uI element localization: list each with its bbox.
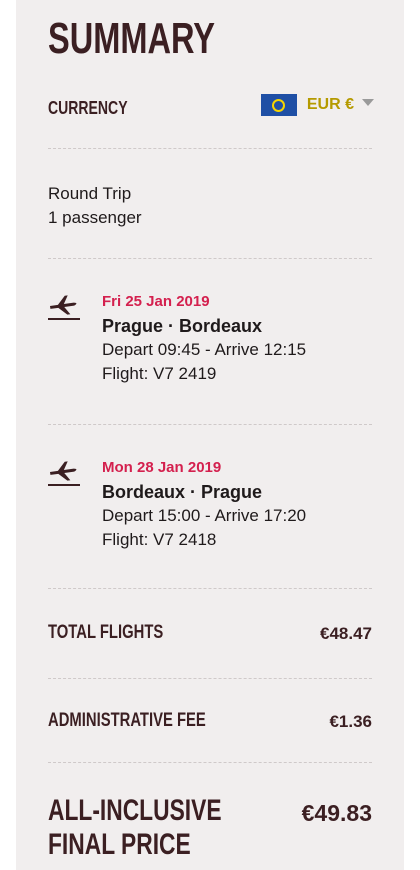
summary-title: SUMMARY bbox=[48, 14, 216, 63]
plane-arrival-icon bbox=[48, 461, 80, 486]
passenger-count: 1 passenger bbox=[48, 208, 142, 227]
total-flights-label: TOTAL FLIGHTS bbox=[48, 622, 164, 643]
chevron-down-icon bbox=[362, 98, 374, 106]
flight-date: Fri 25 Jan 2019 bbox=[102, 293, 210, 310]
summary-panel: SUMMARY CURRENCY EUR € Round Trip 1 pass… bbox=[16, 0, 404, 870]
flight-route: Prague · Bordeaux bbox=[102, 316, 263, 336]
total-flights-value: €48.47 bbox=[320, 624, 372, 643]
flight-times: Depart 15:00 - Arrive 17:20 bbox=[102, 506, 307, 525]
plane-departure-icon bbox=[48, 295, 80, 320]
trip-type: Round Trip bbox=[48, 184, 132, 203]
final-price-label: ALL-INCLUSIVE FINAL PRICE bbox=[48, 794, 222, 861]
divider bbox=[48, 258, 372, 259]
currency-dropdown[interactable]: EUR € bbox=[260, 94, 374, 116]
admin-fee-label: ADMINISTRATIVE FEE bbox=[48, 710, 206, 731]
final-price-value: €49.83 bbox=[301, 800, 372, 826]
eu-flag-icon bbox=[260, 94, 297, 116]
divider bbox=[48, 588, 372, 589]
flight-date: Mon 28 Jan 2019 bbox=[102, 459, 222, 476]
flight-times: Depart 09:45 - Arrive 12:15 bbox=[102, 340, 307, 359]
currency-value: EUR € bbox=[306, 96, 354, 113]
divider bbox=[48, 424, 372, 425]
flight-number: Flight: V7 2419 bbox=[102, 364, 217, 383]
admin-fee-value: €1.36 bbox=[329, 712, 372, 731]
divider bbox=[48, 762, 372, 763]
divider bbox=[48, 148, 372, 149]
divider bbox=[48, 678, 372, 679]
flight-number: Flight: V7 2418 bbox=[102, 530, 217, 549]
flight-route: Bordeaux · Prague bbox=[102, 482, 263, 502]
currency-label: CURRENCY bbox=[48, 98, 128, 118]
